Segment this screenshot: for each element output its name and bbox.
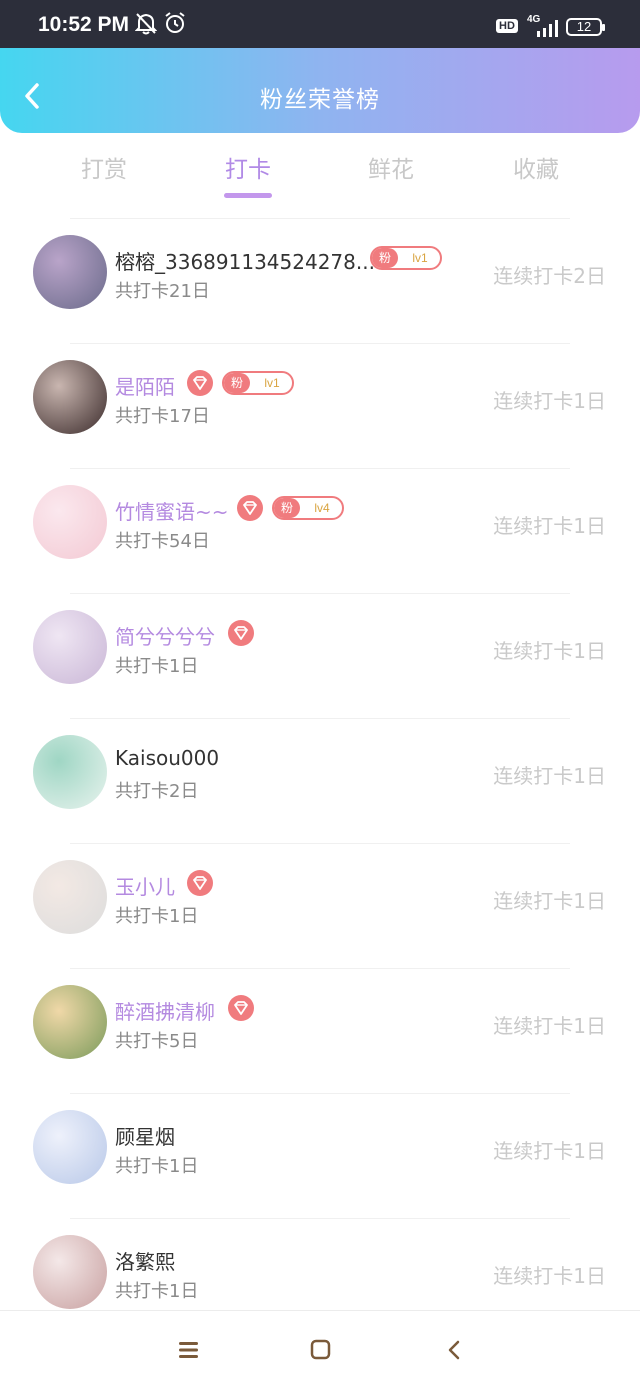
- user-name: Kaisou000: [115, 746, 220, 770]
- list-item[interactable]: 简兮兮兮兮共打卡1日 连续打卡1日: [0, 593, 640, 718]
- row-divider: [70, 218, 570, 219]
- user-name: 顾星烟: [115, 1125, 175, 1149]
- row-divider: [70, 593, 570, 594]
- user-name: 榕榕_336891134524278...: [115, 250, 375, 274]
- row-divider: [70, 718, 570, 719]
- user-name: 洛繁熙: [115, 1250, 175, 1274]
- fan-level-badge: 粉 lv1: [370, 246, 442, 270]
- total-checkin-days: 共打卡21日: [115, 281, 210, 302]
- status-bar: 10:52 PM HD 4G 12: [0, 0, 640, 48]
- streak-days: 连续打卡1日: [493, 639, 606, 663]
- diamond-icon: [187, 370, 213, 396]
- fan-level-badge: 粉 lv4: [272, 496, 344, 520]
- row-divider: [70, 343, 570, 344]
- list-item[interactable]: 玉小儿共打卡1日 连续打卡1日: [0, 843, 640, 968]
- user-name: 是陌陌: [115, 375, 175, 399]
- tab-active-indicator: [224, 193, 272, 198]
- page-title: 粉丝荣誉榜: [260, 87, 380, 113]
- avatar[interactable]: [33, 1110, 107, 1184]
- avatar[interactable]: [33, 235, 107, 309]
- total-checkin-days: 共打卡1日: [115, 656, 199, 677]
- user-name: 玉小儿: [115, 875, 175, 899]
- streak-days: 连续打卡1日: [493, 889, 606, 913]
- user-name: 简兮兮兮兮: [115, 625, 215, 649]
- fan-badge-label: 粉: [372, 248, 398, 268]
- row-divider: [70, 843, 570, 844]
- fan-badge-label: 粉: [224, 373, 250, 393]
- streak-days: 连续打卡1日: [493, 389, 606, 413]
- tab-flowers[interactable]: 鲜花: [331, 150, 451, 184]
- total-checkin-days: 共打卡54日: [115, 531, 210, 552]
- streak-days: 连续打卡1日: [493, 514, 606, 538]
- menu-icon: [179, 1342, 198, 1358]
- total-checkin-days: 共打卡5日: [115, 1031, 199, 1052]
- streak-days: 连续打卡2日: [493, 264, 606, 288]
- tab-bar: 打赏 打卡 鲜花 收藏: [0, 133, 640, 213]
- bell-off-icon: [134, 11, 158, 39]
- status-time: 10:52 PM: [38, 13, 130, 36]
- avatar[interactable]: [33, 1235, 107, 1309]
- user-name: 醉酒拂清柳: [115, 1000, 215, 1024]
- row-divider: [70, 468, 570, 469]
- diamond-icon: [187, 870, 213, 896]
- avatar[interactable]: [33, 860, 107, 934]
- avatar[interactable]: [33, 360, 107, 434]
- tab-checkin[interactable]: 打卡: [188, 150, 308, 184]
- total-checkin-days: 共打卡17日: [115, 406, 210, 427]
- menu-button[interactable]: [174, 1335, 204, 1365]
- streak-days: 连续打卡1日: [493, 1264, 606, 1288]
- row-divider: [70, 1093, 570, 1094]
- avatar[interactable]: [33, 485, 107, 559]
- list-item[interactable]: 榕榕_336891134524278... 粉 lv1 共打卡21日 连续打卡2日: [0, 218, 640, 343]
- user-name: 竹情蜜语~~: [115, 500, 229, 524]
- back-icon: [448, 1340, 460, 1360]
- total-checkin-days: 共打卡1日: [115, 1281, 199, 1302]
- fan-badge-level: lv1: [264, 376, 280, 390]
- list-item[interactable]: 是陌陌 粉 lv1 共打卡17日 连续打卡1日: [0, 343, 640, 468]
- avatar[interactable]: [33, 610, 107, 684]
- list-item[interactable]: Kaisou000 共打卡2日 连续打卡1日: [0, 718, 640, 843]
- streak-days: 连续打卡1日: [493, 1014, 606, 1038]
- diamond-icon: [237, 495, 263, 521]
- row-divider: [70, 968, 570, 969]
- list-item[interactable]: 醉酒拂清柳共打卡5日 连续打卡1日: [0, 968, 640, 1093]
- fan-badge-level: lv4: [314, 501, 330, 515]
- nav-back-button[interactable]: [440, 1335, 470, 1365]
- tab-favorites[interactable]: 收藏: [476, 150, 596, 184]
- fan-badge-level: lv1: [412, 251, 428, 265]
- total-checkin-days: 共打卡1日: [115, 1156, 199, 1177]
- fan-badge-label: 粉: [274, 498, 300, 518]
- fan-level-badge: 粉 lv1: [222, 371, 294, 395]
- list-item[interactable]: 竹情蜜语~~ 粉 lv4 共打卡54日 连续打卡1日: [0, 468, 640, 593]
- total-checkin-days: 共打卡2日: [115, 781, 199, 802]
- hd-icon: HD: [496, 19, 518, 33]
- streak-days: 连续打卡1日: [493, 764, 606, 788]
- alarm-icon: [163, 11, 187, 39]
- system-nav-bar: [0, 1310, 640, 1387]
- avatar[interactable]: [33, 735, 107, 809]
- home-icon: [310, 1339, 331, 1360]
- total-checkin-days: 共打卡1日: [115, 906, 199, 927]
- diamond-icon: [228, 620, 254, 646]
- battery-icon: 12: [566, 18, 605, 36]
- streak-days: 连续打卡1日: [493, 1139, 606, 1163]
- tab-reward[interactable]: 打赏: [44, 150, 164, 184]
- avatar[interactable]: [33, 985, 107, 1059]
- signal-icon: [536, 18, 560, 42]
- home-button[interactable]: [306, 1335, 336, 1365]
- list-item[interactable]: 顾星烟共打卡1日 连续打卡1日: [0, 1093, 640, 1218]
- row-divider: [70, 1218, 570, 1219]
- diamond-icon: [228, 995, 254, 1021]
